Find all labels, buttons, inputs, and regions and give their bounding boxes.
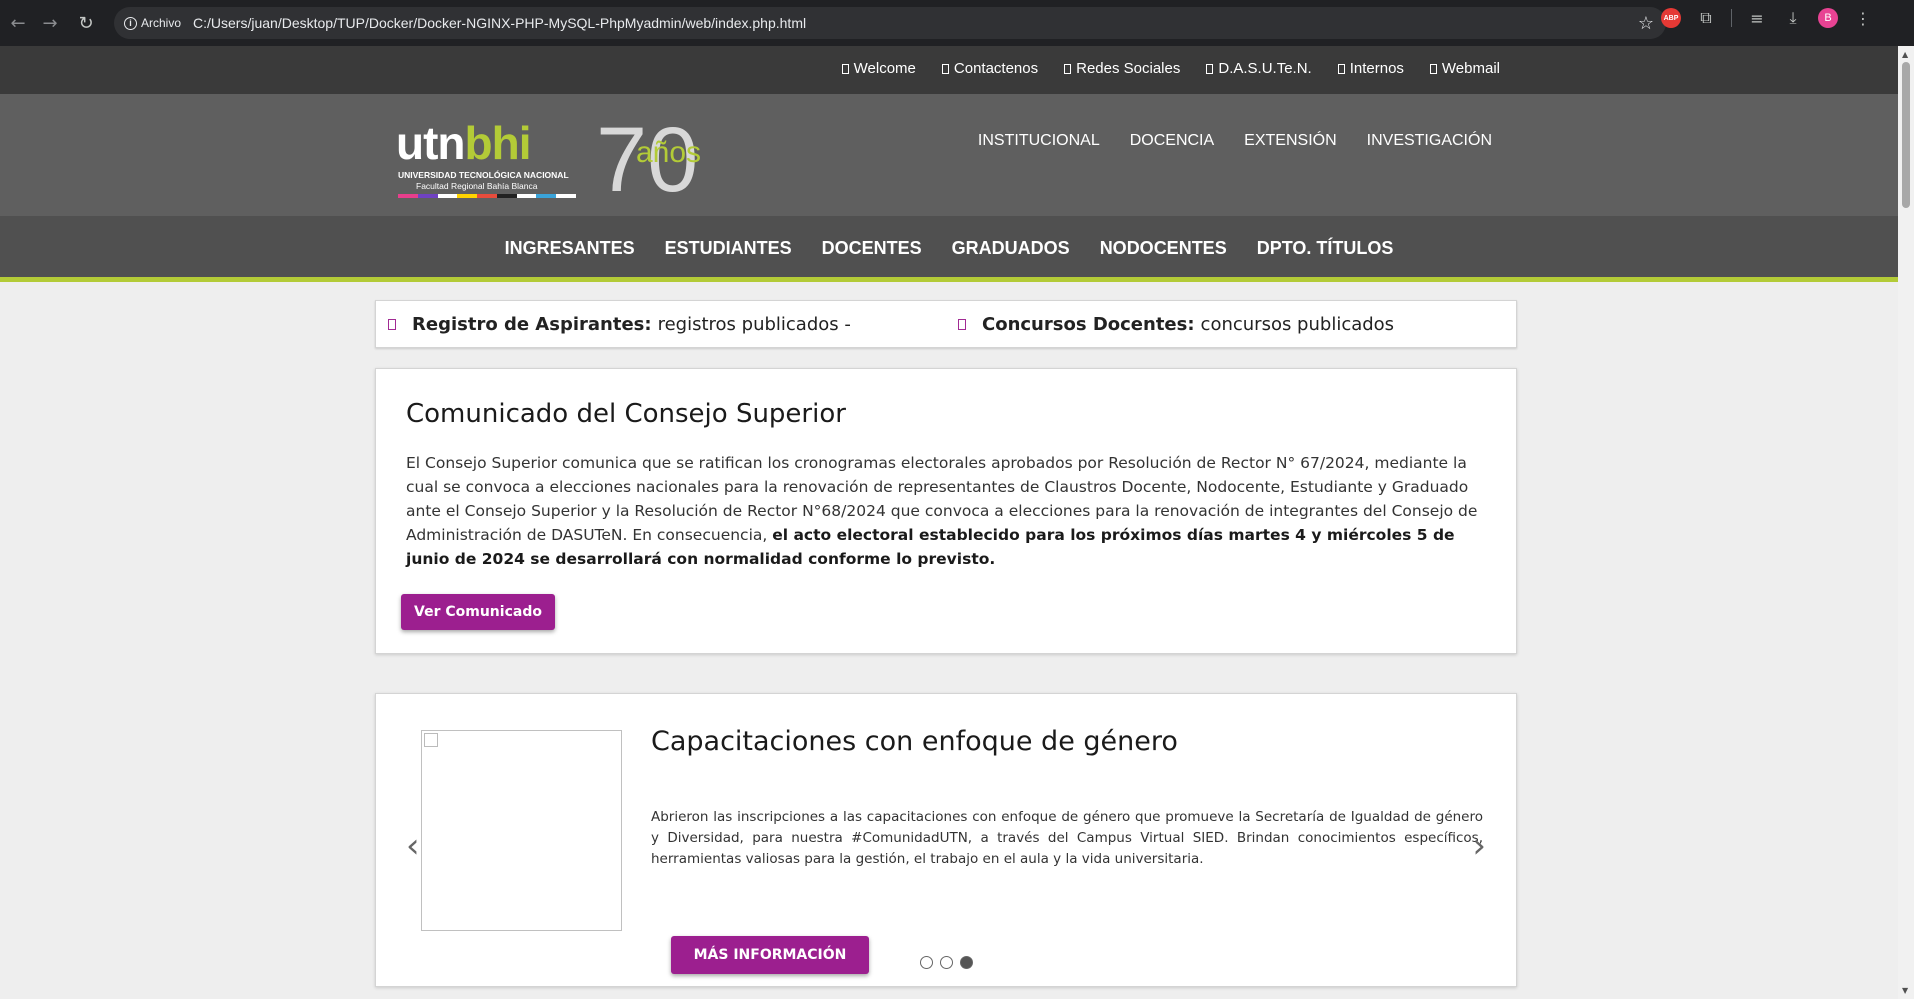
slide-title: Capacitaciones con enfoque de género	[651, 726, 1178, 757]
nav-graduados[interactable]: GRADUADOS	[952, 238, 1070, 259]
top-link-redes-sociales[interactable]: Redes Sociales	[1064, 60, 1180, 77]
extensions-puzzle-icon[interactable]: ⧉	[1695, 8, 1717, 28]
top-link-dasuten[interactable]: D.A.S.U.Te.N.	[1206, 60, 1312, 77]
forward-icon[interactable]: →	[32, 5, 68, 41]
browser-toolbar: ← → ↻ i Archivo C:/Users/juan/Desktop/TU…	[0, 0, 1914, 46]
announcements-ticker: Registro de Aspirantes: registros public…	[375, 300, 1517, 348]
top-link-internos[interactable]: Internos	[1337, 60, 1404, 77]
extensions-area: ABP ⧉ ≡ ⤓ B ⋮	[1661, 8, 1874, 28]
ver-comunicado-button[interactable]: Ver Comunicado	[401, 594, 555, 630]
broken-image-icon	[424, 733, 438, 747]
profile-avatar[interactable]: B	[1818, 8, 1838, 28]
carousel-dots	[920, 956, 973, 969]
notice-body: El Consejo Superior comunica que se rati…	[406, 454, 1478, 568]
logo-color-stripe	[398, 194, 577, 198]
nav-ingresantes[interactable]: INGRESANTES	[505, 238, 635, 259]
top-links-bar: Welcome Contactenos Redes Sociales D.A.S…	[0, 46, 1898, 94]
toolbar-separator	[1731, 9, 1732, 27]
site-header: utnbhi UNIVERSIDAD TECNOLÓGICA NACIONAL …	[0, 94, 1898, 216]
carousel-dot-3[interactable]	[960, 956, 973, 969]
main-menu: INSTITUCIONAL DOCENCIA EXTENSIÓN INVESTI…	[978, 132, 1492, 150]
bullet-icon	[958, 319, 966, 330]
link-icon	[941, 63, 949, 74]
carousel-dot-2[interactable]	[940, 956, 953, 969]
top-link-welcome[interactable]: Welcome	[841, 60, 916, 77]
nav-docentes[interactable]: DOCENTES	[822, 238, 922, 259]
nav-dpto-titulos[interactable]: DPTO. TÍTULOS	[1257, 238, 1394, 259]
nav-estudiantes[interactable]: ESTUDIANTES	[665, 238, 792, 259]
link-icon	[1064, 63, 1072, 74]
reading-list-icon[interactable]: ≡	[1746, 9, 1768, 28]
ticker-item-concursos[interactable]: Concursos Docentes: concursos publicados	[958, 314, 1394, 335]
scroll-up-icon[interactable]: ▲	[1902, 50, 1908, 59]
top-link-contactenos[interactable]: Contactenos	[941, 60, 1038, 77]
info-icon: i	[124, 16, 137, 30]
download-icon[interactable]: ⤓	[1782, 8, 1804, 28]
logo-wordmark: utnbhi	[396, 117, 531, 169]
mas-informacion-button[interactable]: MÁS INFORMACIÓN	[671, 936, 869, 974]
bookmark-star-icon[interactable]: ☆	[1638, 13, 1654, 34]
logo-faculty-name: Facultad Regional Bahía Blanca	[416, 181, 538, 191]
site-chip-label: Archivo	[141, 16, 182, 30]
page-scrollbar[interactable]: ▲ ▼	[1898, 46, 1914, 999]
page-viewport: Welcome Contactenos Redes Sociales D.A.S…	[0, 46, 1898, 999]
logo-university-name: UNIVERSIDAD TECNOLÓGICA NACIONAL	[398, 170, 569, 180]
adblock-extension-icon[interactable]: ABP	[1661, 8, 1681, 28]
reload-icon[interactable]: ↻	[68, 5, 104, 41]
back-icon[interactable]: ←	[0, 5, 36, 41]
link-icon	[1337, 63, 1345, 74]
menu-investigacion[interactable]: INVESTIGACIÓN	[1367, 132, 1492, 150]
scroll-down-icon[interactable]: ▼	[1902, 986, 1908, 995]
slide-text: Abrieron las inscripciones a las capacit…	[651, 809, 1483, 867]
news-carousel: ‹ Capacitaciones con enfoque de género A…	[375, 693, 1517, 987]
nav-nodocentes[interactable]: NODOCENTES	[1100, 238, 1227, 259]
menu-extension[interactable]: EXTENSIÓN	[1244, 132, 1336, 150]
utn-logo[interactable]: utnbhi UNIVERSIDAD TECNOLÓGICA NACIONAL …	[396, 109, 716, 211]
ticker-item-registro[interactable]: Registro de Aspirantes: registros public…	[388, 314, 851, 335]
slide-image	[421, 730, 622, 931]
logo-anos-text: años	[636, 136, 702, 169]
audience-navbar: INGRESANTES ESTUDIANTES DOCENTES GRADUAD…	[0, 216, 1898, 282]
bullet-icon	[388, 319, 396, 330]
notice-card: Comunicado del Consejo Superior El Conse…	[375, 368, 1517, 654]
menu-docencia[interactable]: DOCENCIA	[1130, 132, 1214, 150]
carousel-prev-arrow-icon[interactable]: ‹	[406, 826, 420, 866]
carousel-next-arrow-icon[interactable]: ›	[1472, 826, 1486, 866]
url-text[interactable]: C:/Users/juan/Desktop/TUP/Docker/Docker-…	[193, 15, 806, 31]
menu-institucional[interactable]: INSTITUCIONAL	[978, 132, 1100, 150]
notice-title: Comunicado del Consejo Superior	[406, 399, 846, 429]
site-info-chip[interactable]: i Archivo	[124, 16, 193, 30]
scrollbar-thumb[interactable]	[1902, 62, 1910, 208]
link-icon	[841, 63, 849, 74]
address-bar[interactable]: i Archivo C:/Users/juan/Desktop/TUP/Dock…	[114, 7, 1666, 39]
menu-kebab-icon[interactable]: ⋮	[1852, 9, 1874, 28]
carousel-dot-1[interactable]	[920, 956, 933, 969]
link-icon	[1429, 63, 1437, 74]
link-icon	[1206, 63, 1214, 74]
top-link-webmail[interactable]: Webmail	[1429, 60, 1500, 77]
